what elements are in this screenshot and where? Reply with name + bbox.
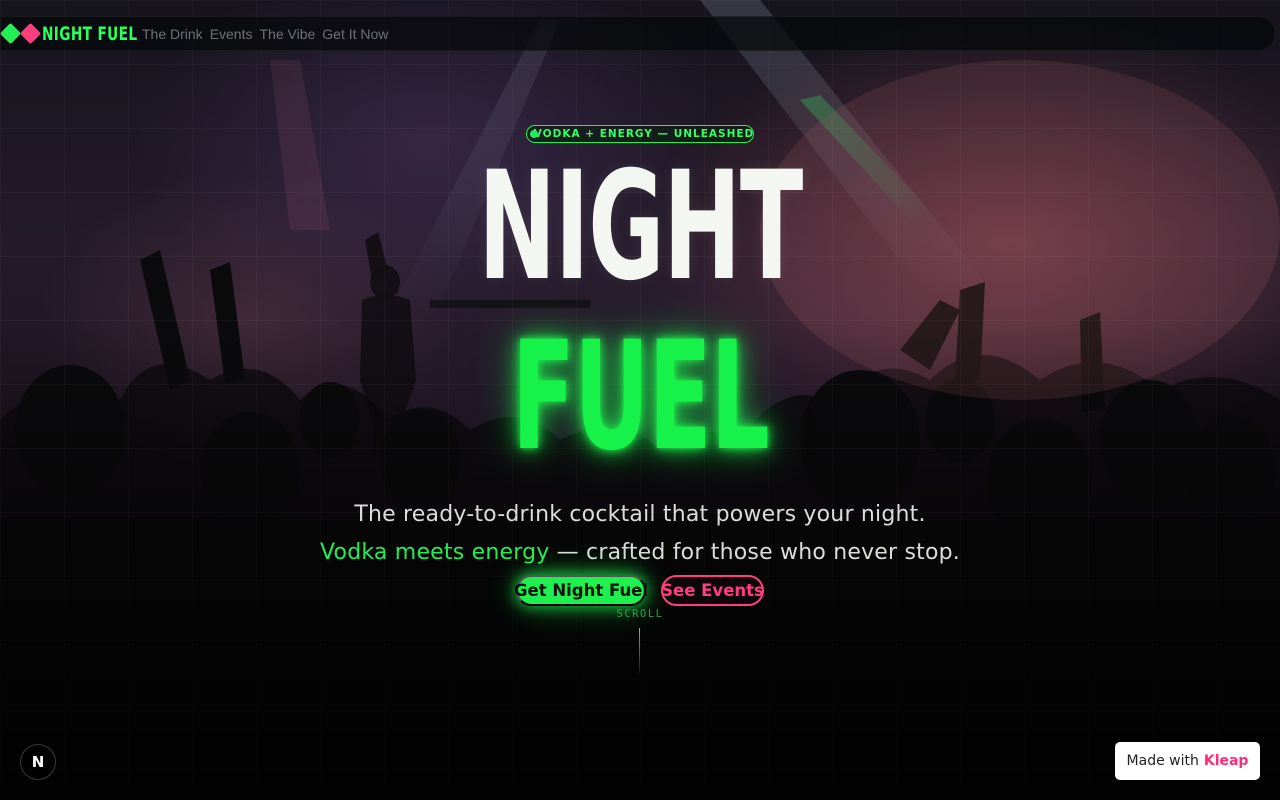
subtitle-accent: Vodka meets energy [320, 540, 550, 565]
get-night-fuel-button[interactable]: Get Night Fuel [514, 575, 648, 606]
kleap-brand: Kleap [1203, 753, 1249, 769]
hero-title-fuel: FUEL [0, 322, 1280, 472]
hero-title-night-text: NIGHT [478, 140, 803, 314]
scroll-indicator-label: SCROLL [616, 608, 664, 620]
made-with-kleap-badge[interactable]: Made with Kleap [1115, 742, 1260, 780]
hero-section: VODKA + ENERGY — UNLEASHED NIGHT FUEL Th… [0, 0, 1280, 800]
scroll-indicator-line [639, 628, 640, 674]
tagline-badge-text: VODKA + ENERGY — UNLEASHED [533, 128, 755, 140]
framework-badge[interactable]: N [20, 744, 56, 780]
subtitle-rest: — crafted for those who never stop. [549, 540, 960, 565]
hero-subtitle-line-2: Vodka meets energy — crafted for those w… [0, 540, 1280, 565]
made-with-prefix: Made with [1126, 753, 1199, 769]
hero-subtitle-line-1: The ready-to-drink cocktail that powers … [354, 502, 926, 527]
hero-title-fuel-text: FUEL [511, 310, 770, 484]
see-events-button[interactable]: See Events [661, 575, 764, 606]
hero-title-night: NIGHT [0, 152, 1280, 302]
status-dot-icon [530, 129, 538, 138]
